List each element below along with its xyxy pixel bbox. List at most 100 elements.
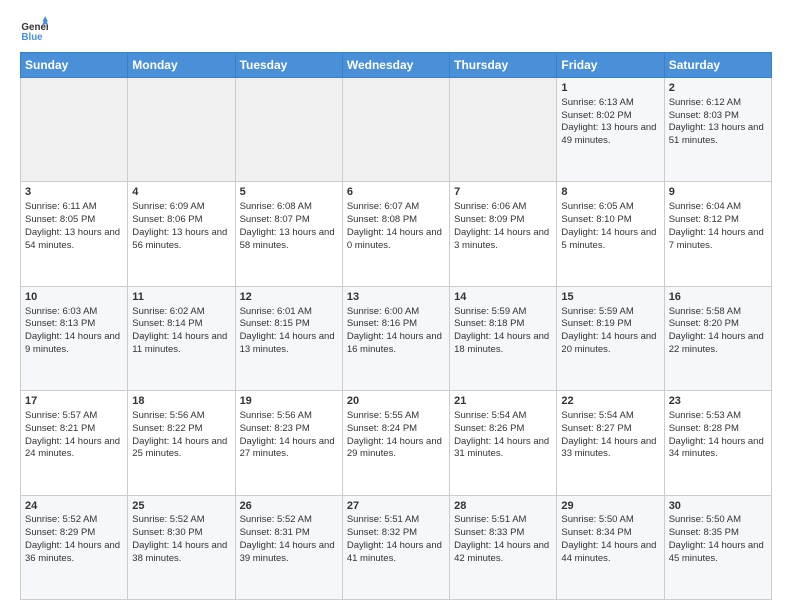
calendar-cell [21,78,128,182]
day-info: Sunrise: 5:53 AM [669,410,767,423]
calendar-cell: 16Sunrise: 5:58 AMSunset: 8:20 PMDayligh… [664,286,771,390]
day-info: Daylight: 14 hours and 41 minutes. [347,540,445,566]
calendar-table: SundayMondayTuesdayWednesdayThursdayFrid… [20,52,772,600]
calendar-cell: 1Sunrise: 6:13 AMSunset: 8:02 PMDaylight… [557,78,664,182]
day-info: Sunset: 8:08 PM [347,214,445,227]
calendar-week-5: 24Sunrise: 5:52 AMSunset: 8:29 PMDayligh… [21,495,772,599]
day-info: Sunrise: 5:54 AM [561,410,659,423]
calendar-cell: 28Sunrise: 5:51 AMSunset: 8:33 PMDayligh… [450,495,557,599]
day-info: Sunset: 8:05 PM [25,214,123,227]
day-number: 10 [25,290,123,305]
day-number: 26 [240,499,338,514]
day-info: Daylight: 14 hours and 18 minutes. [454,331,552,357]
col-header-saturday: Saturday [664,53,771,78]
day-info: Sunrise: 5:52 AM [132,514,230,527]
day-info: Sunset: 8:26 PM [454,423,552,436]
day-info: Sunset: 8:23 PM [240,423,338,436]
day-info: Daylight: 14 hours and 3 minutes. [454,227,552,253]
day-number: 7 [454,185,552,200]
day-info: Daylight: 14 hours and 16 minutes. [347,331,445,357]
day-info: Sunset: 8:02 PM [561,110,659,123]
day-info: Sunrise: 5:50 AM [669,514,767,527]
day-number: 11 [132,290,230,305]
day-info: Sunset: 8:33 PM [454,527,552,540]
calendar-week-4: 17Sunrise: 5:57 AMSunset: 8:21 PM Dayligh… [21,391,772,495]
calendar-cell: 2Sunrise: 6:12 AMSunset: 8:03 PMDaylight… [664,78,771,182]
calendar-cell: 24Sunrise: 5:52 AMSunset: 8:29 PMDayligh… [21,495,128,599]
day-info: Sunset: 8:18 PM [454,318,552,331]
col-header-thursday: Thursday [450,53,557,78]
calendar-cell: 18Sunrise: 5:56 AMSunset: 8:22 PMDayligh… [128,391,235,495]
day-info: Daylight: 13 hours and 54 minutes. [25,227,123,253]
calendar-week-3: 10Sunrise: 6:03 AMSunset: 8:13 PMDayligh… [21,286,772,390]
day-info: Daylight: 14 hours and 27 minutes. [240,436,338,462]
day-info: Daylight: 14 hours and 9 minutes. [25,331,123,357]
day-info: Daylight: 14 hours and 20 minutes. [561,331,659,357]
day-info: Sunset: 8:28 PM [669,423,767,436]
day-number: 1 [561,81,659,96]
day-info: Sunrise: 6:12 AM [669,97,767,110]
day-info: Daylight: 14 hours and 34 minutes. [669,436,767,462]
col-header-tuesday: Tuesday [235,53,342,78]
day-info: Sunrise: 5:51 AM [454,514,552,527]
day-info: Sunrise: 5:52 AM [240,514,338,527]
day-info: Daylight: 14 hours and 31 minutes. [454,436,552,462]
calendar-cell: 13Sunrise: 6:00 AMSunset: 8:16 PMDayligh… [342,286,449,390]
day-info: Sunset: 8:35 PM [669,527,767,540]
day-number: 15 [561,290,659,305]
day-info: Sunset: 8:13 PM [25,318,123,331]
day-info: Sunrise: 5:55 AM [347,410,445,423]
col-header-friday: Friday [557,53,664,78]
calendar-cell: 25Sunrise: 5:52 AMSunset: 8:30 PMDayligh… [128,495,235,599]
day-info: Daylight: 13 hours and 51 minutes. [669,122,767,148]
day-info: Sunrise: 5:50 AM [561,514,659,527]
day-info: Sunrise: 6:05 AM [561,201,659,214]
calendar-cell: 12Sunrise: 6:01 AMSunset: 8:15 PMDayligh… [235,286,342,390]
logo: General Blue [20,16,54,44]
calendar-cell: 6Sunrise: 6:07 AMSunset: 8:08 PMDaylight… [342,182,449,286]
day-number: 4 [132,185,230,200]
day-info: Sunrise: 5:57 AM [25,410,123,423]
day-info: Sunrise: 6:11 AM [25,201,123,214]
day-info: Sunrise: 6:06 AM [454,201,552,214]
calendar-cell: 14Sunrise: 5:59 AMSunset: 8:18 PMDayligh… [450,286,557,390]
day-number: 21 [454,394,552,409]
day-number: 17 [25,394,123,409]
calendar-week-1: 1Sunrise: 6:13 AMSunset: 8:02 PMDaylight… [21,78,772,182]
calendar-cell: 4Sunrise: 6:09 AMSunset: 8:06 PMDaylight… [128,182,235,286]
day-info: Sunrise: 6:07 AM [347,201,445,214]
day-number: 9 [669,185,767,200]
day-info: Daylight: 14 hours and 13 minutes. [240,331,338,357]
day-number: 27 [347,499,445,514]
day-info: Sunrise: 6:02 AM [132,306,230,319]
day-info: Sunset: 8:21 PM [25,423,123,436]
day-number: 12 [240,290,338,305]
day-info: Sunrise: 6:03 AM [25,306,123,319]
calendar-cell: 20Sunrise: 5:55 AMSunset: 8:24 PMDayligh… [342,391,449,495]
day-info: Daylight: 14 hours and 11 minutes. [132,331,230,357]
calendar-cell [128,78,235,182]
day-number: 22 [561,394,659,409]
day-number: 19 [240,394,338,409]
day-info: Sunrise: 5:58 AM [669,306,767,319]
day-info: Sunset: 8:27 PM [561,423,659,436]
calendar-cell: 9Sunrise: 6:04 AMSunset: 8:12 PMDaylight… [664,182,771,286]
svg-text:Blue: Blue [21,32,43,43]
col-header-monday: Monday [128,53,235,78]
day-info: Sunset: 8:15 PM [240,318,338,331]
calendar-cell [342,78,449,182]
day-info: Daylight: 14 hours and 25 minutes. [132,436,230,462]
day-info: Sunrise: 6:04 AM [669,201,767,214]
calendar-cell [450,78,557,182]
day-number: 28 [454,499,552,514]
page: General Blue SundayMondayTuesdayWednesda… [0,0,792,612]
day-info: Sunrise: 5:56 AM [240,410,338,423]
day-info: Daylight: 14 hours and 33 minutes. [561,436,659,462]
calendar-cell: 26Sunrise: 5:52 AMSunset: 8:31 PMDayligh… [235,495,342,599]
logo-icon: General Blue [20,16,48,44]
day-info: Sunset: 8:29 PM [25,527,123,540]
calendar-cell: 22Sunrise: 5:54 AMSunset: 8:27 PMDayligh… [557,391,664,495]
col-header-wednesday: Wednesday [342,53,449,78]
day-info: Sunrise: 5:59 AM [561,306,659,319]
calendar-cell: 15Sunrise: 5:59 AMSunset: 8:19 PMDayligh… [557,286,664,390]
